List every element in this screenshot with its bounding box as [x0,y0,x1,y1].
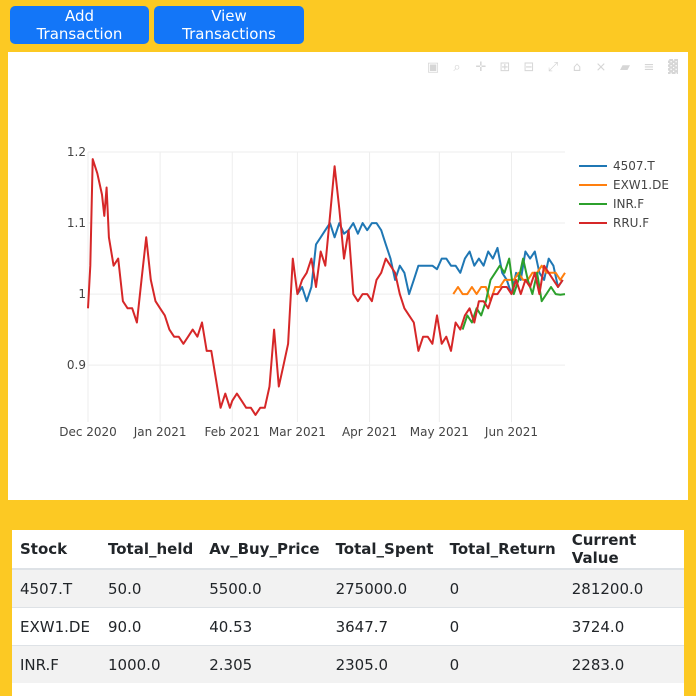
x-tick-label: Dec 2020 [59,425,117,439]
cell-total-held: 90.0 [100,607,202,646]
cell-av-buy-price: 40.53 [201,607,328,646]
header-current-value: Current Value [563,530,684,570]
cell-current-value: 281200.0 [563,568,684,608]
cell-total-return: 0 [441,568,564,608]
x-tick-label: Jun 2021 [484,425,538,439]
header-total-held: Total_held [100,530,202,570]
holdings-table: Stock Total_held Av_Buy_Price Total_Spen… [12,530,684,696]
cell-current-value: 3724.0 [563,607,684,646]
x-tick-label: Jan 2021 [133,425,187,439]
cell-total-spent: 2305.0 [327,645,442,683]
legend-label: EXW1.DE [613,178,669,192]
series-line-rru-f [87,158,564,416]
y-tick-label: 0.9 [67,358,86,372]
y-tick-label: 1.2 [67,145,86,159]
stock-performance-chart: ▣ ⌕ ✛ ⊞ ⊟ ⤢ ⌂ ⨯ ▰ ≡ ▓ 0.9 1 1.1 1.2 Dec 2020 Jan 2021 Fe… [8,52,688,500]
header-av-buy-price: Av_Buy_Price [201,530,328,570]
view-transactions-button[interactable]: View Transactions [154,6,304,44]
table-row: EXW1.DE 90.0 40.53 3647.7 0 3724.0 [12,607,684,646]
cell-av-buy-price: 2.305 [201,645,328,683]
cell-total-spent: 3647.7 [327,607,442,646]
cell-current-value: 2283.0 [563,645,684,683]
add-transaction-button[interactable]: Add Transaction [10,6,149,44]
cell-stock: INR.F [12,645,100,683]
header-total-return: Total_Return [441,530,564,570]
legend-label: INR.F [613,197,644,211]
cell-av-buy-price: 5500.0 [201,568,328,608]
header-total-spent: Total_Spent [327,530,442,570]
cell-total-held: 50.0 [100,568,202,608]
y-tick-label: 1.1 [67,216,86,230]
x-tick-label: May 2021 [410,425,469,439]
table-header-row: Stock Total_held Av_Buy_Price Total_Spen… [12,530,684,570]
legend-label: RRU.F [613,216,649,230]
table-row: 4507.T 50.0 5500.0 275000.0 0 281200.0 [12,568,684,608]
x-tick-label: Feb 2021 [204,425,260,439]
cell-total-return: 0 [441,645,564,683]
cell-total-spent: 275000.0 [327,568,442,608]
x-tick-label: Apr 2021 [342,425,397,439]
legend-label: 4507.T [613,159,655,173]
cell-total-return: 0 [441,607,564,646]
table-row: INR.F 1000.0 2.305 2305.0 0 2283.0 [12,645,684,683]
y-tick-label: 1 [78,287,86,301]
cell-stock: EXW1.DE [12,607,100,646]
chart-svg: 0.9 1 1.1 1.2 Dec 2020 Jan 2021 Feb 2021 Mar 20… [59,145,669,439]
header-stock: Stock [12,530,100,570]
x-tick-label: Mar 2021 [269,425,326,439]
cell-total-held: 1000.0 [100,645,202,683]
cell-stock: 4507.T [12,568,100,608]
